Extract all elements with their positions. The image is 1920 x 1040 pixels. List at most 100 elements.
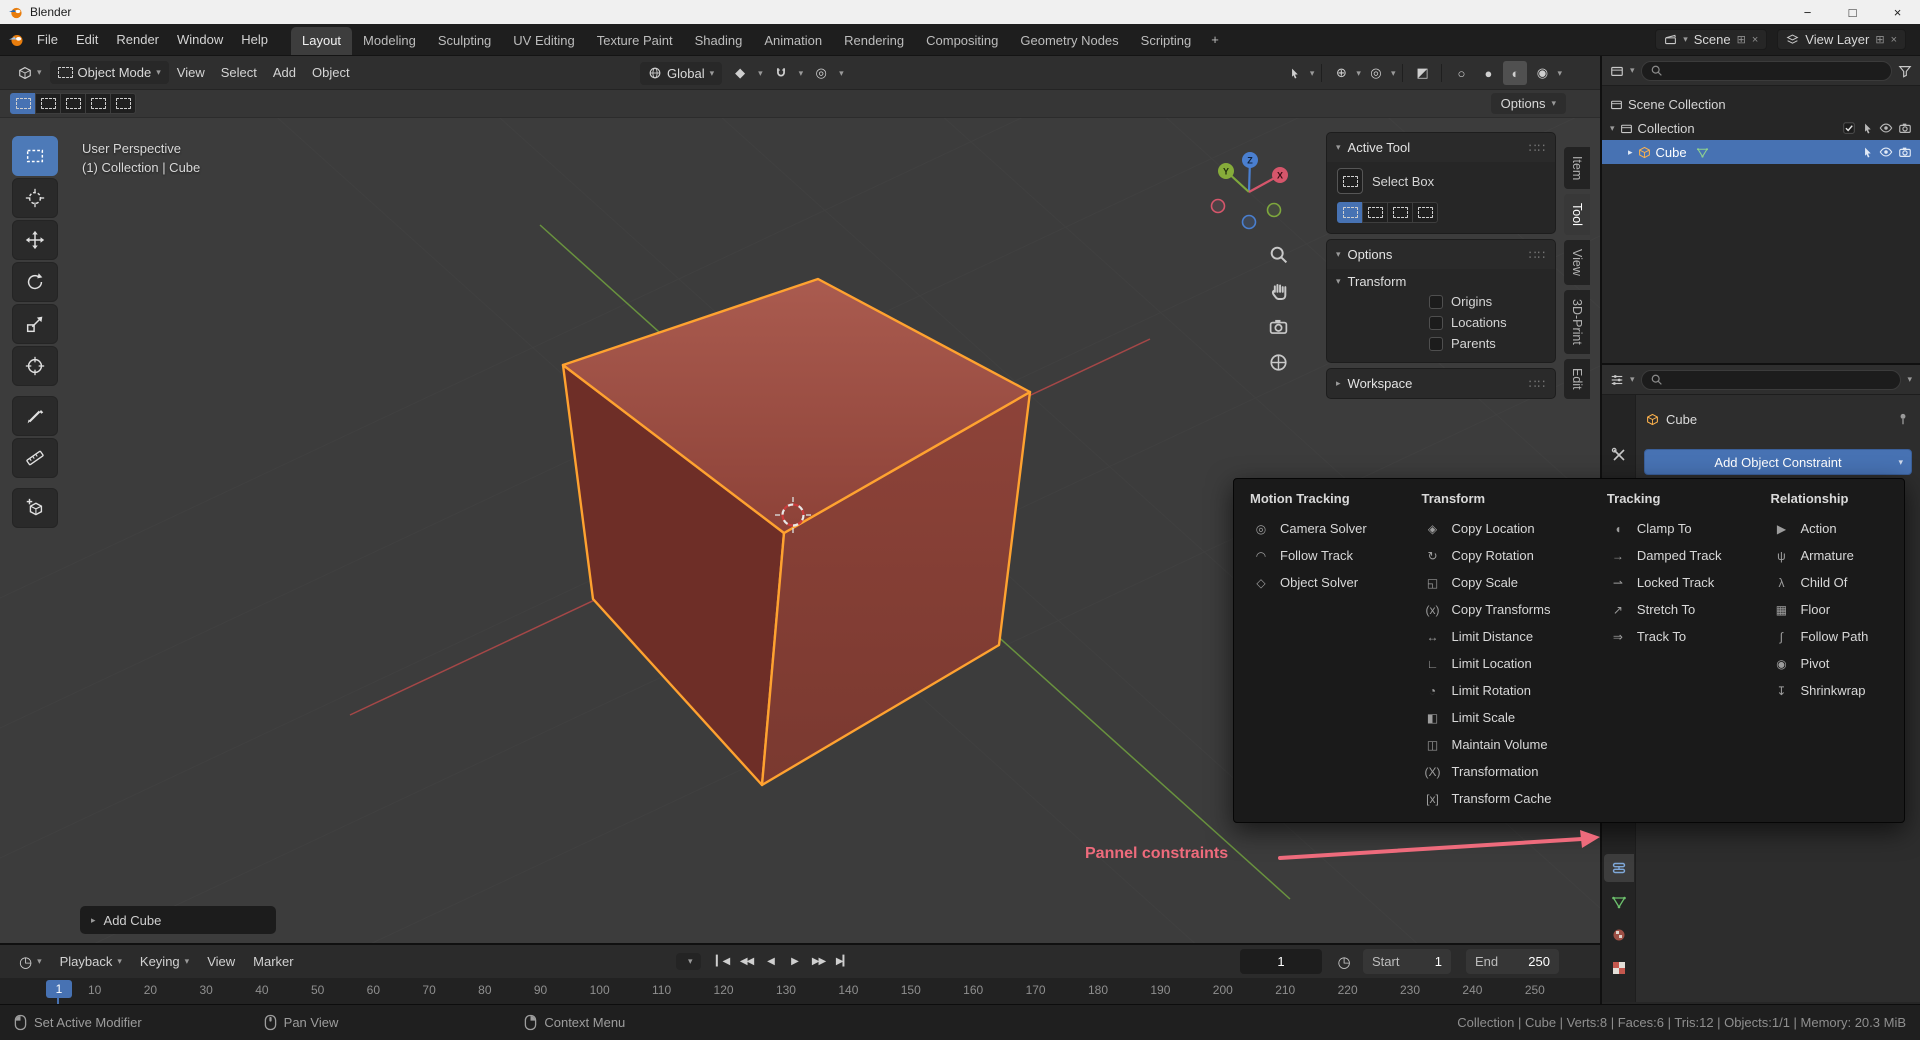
tool-select-box[interactable] bbox=[12, 136, 58, 176]
workspace-header[interactable]: ▸ Workspace ∷∷ bbox=[1327, 369, 1555, 398]
tool-scale[interactable] bbox=[12, 304, 58, 344]
frame-start-field[interactable]: Start 1 bbox=[1363, 949, 1451, 974]
constraint-menu-item[interactable]: (x) Copy Transforms bbox=[1415, 596, 1584, 623]
tool-add-cube[interactable] bbox=[12, 488, 58, 528]
select-mode-intersect-button[interactable] bbox=[110, 93, 136, 114]
workspace-tab[interactable]: Geometry Nodes bbox=[1009, 27, 1129, 55]
constraint-menu-item[interactable]: → Damped Track bbox=[1601, 542, 1749, 569]
timeline-menu[interactable]: Marker bbox=[244, 954, 302, 969]
constraint-menu-item[interactable]: ◠ Follow Track bbox=[1244, 542, 1399, 569]
current-frame-field[interactable]: 1 bbox=[1240, 949, 1322, 974]
constraint-menu-item[interactable]: ◫ Maintain Volume bbox=[1415, 731, 1584, 758]
selectable-icon[interactable] bbox=[1861, 122, 1874, 135]
camera-view-icon[interactable] bbox=[1268, 316, 1289, 337]
gizmo-neg-z-ball[interactable] bbox=[1241, 214, 1257, 230]
tool-rotate[interactable] bbox=[12, 262, 58, 302]
workspace-tab[interactable]: Texture Paint bbox=[586, 27, 684, 55]
shading-rendered-button[interactable]: ◉ bbox=[1530, 61, 1554, 85]
active-tool-header[interactable]: ▾ Active Tool ∷∷ bbox=[1327, 133, 1555, 162]
workspace-tab[interactable]: Layout bbox=[291, 27, 353, 55]
n-panel-tab[interactable]: Edit bbox=[1564, 358, 1590, 399]
use-preview-range-icon[interactable]: ◷ bbox=[1332, 949, 1356, 974]
constraint-menu-item[interactable]: ▦ Floor bbox=[1764, 596, 1894, 623]
viewport-menu[interactable]: View bbox=[169, 65, 213, 80]
tab-tool-properties[interactable] bbox=[1604, 441, 1634, 469]
view-layer-selector[interactable]: View Layer ⊞ × bbox=[1777, 29, 1906, 50]
hide-eye-icon[interactable] bbox=[1879, 145, 1893, 159]
workspace-tab[interactable]: Scripting bbox=[1130, 27, 1203, 55]
viewport-menu[interactable]: Select bbox=[213, 65, 265, 80]
menubar-menu[interactable]: Render bbox=[107, 32, 168, 47]
constraint-menu-item[interactable]: ↻ Copy Rotation bbox=[1415, 542, 1584, 569]
menubar-menu[interactable]: File bbox=[28, 32, 67, 47]
transport-button[interactable]: ▎◀ bbox=[711, 949, 735, 973]
viewport-menu[interactable]: Add bbox=[265, 65, 304, 80]
tab-texture-properties[interactable] bbox=[1604, 954, 1634, 982]
menubar-menu[interactable]: Window bbox=[168, 32, 232, 47]
timeline-menu[interactable]: Keying ▾ bbox=[131, 954, 198, 969]
minimize-button[interactable]: − bbox=[1785, 0, 1830, 24]
workspace-tab[interactable]: UV Editing bbox=[502, 27, 585, 55]
tool-move[interactable] bbox=[12, 220, 58, 260]
tool-transform[interactable] bbox=[12, 346, 58, 386]
constraint-menu-item[interactable]: ◎ Camera Solver bbox=[1244, 515, 1399, 542]
scene-selector[interactable]: ▾ Scene ⊞ × bbox=[1655, 29, 1768, 50]
grip-icon[interactable]: ∷∷ bbox=[1529, 377, 1546, 391]
viewport-menu[interactable]: Object bbox=[304, 65, 358, 80]
constraint-menu-item[interactable]: ◔ Limit Rotation bbox=[1415, 677, 1584, 704]
pan-hand-icon[interactable] bbox=[1268, 280, 1289, 301]
pin-icon[interactable] bbox=[1896, 412, 1910, 426]
cube-object[interactable] bbox=[561, 277, 1032, 787]
mode-selector[interactable]: Object Mode ▾ bbox=[49, 61, 169, 84]
operator-redo-panel[interactable]: ▸ Add Cube bbox=[80, 906, 276, 934]
constraint-menu-item[interactable]: λ Child Of bbox=[1764, 569, 1894, 596]
n-panel-tab[interactable]: View bbox=[1564, 240, 1590, 286]
timeline-editor-type-button[interactable]: ◷ ▾ bbox=[10, 953, 51, 971]
shading-solid-button[interactable]: ● bbox=[1476, 61, 1500, 85]
tool-mode-intersect-button[interactable] bbox=[1412, 202, 1438, 223]
tool-cursor[interactable] bbox=[12, 178, 58, 218]
tab-constraint-properties[interactable] bbox=[1604, 854, 1634, 882]
filter-icon[interactable] bbox=[1898, 64, 1912, 78]
workspace-tab[interactable]: Sculpting bbox=[427, 27, 502, 55]
checkbox[interactable] bbox=[1429, 294, 1443, 309]
select-mode-extend-button[interactable] bbox=[35, 93, 61, 114]
properties-search-input[interactable] bbox=[1640, 369, 1902, 390]
n-panel-tab[interactable]: Tool bbox=[1564, 194, 1590, 236]
tool-measure[interactable] bbox=[12, 438, 58, 478]
grip-icon[interactable]: ∷∷ bbox=[1529, 141, 1546, 155]
menubar-menu[interactable]: Edit bbox=[67, 32, 107, 47]
navigation-gizmo[interactable]: Z Y X bbox=[1205, 144, 1297, 236]
selectable-icon[interactable] bbox=[1861, 146, 1874, 159]
transport-button[interactable]: ▶▶ bbox=[807, 949, 831, 973]
tab-object-data-properties[interactable] bbox=[1604, 888, 1634, 916]
pivot-point-button[interactable]: ◆ bbox=[728, 61, 752, 85]
timeline-menu[interactable]: View bbox=[198, 954, 244, 969]
outliner-row-cube[interactable]: ▸ Cube bbox=[1602, 140, 1920, 164]
breadcrumb-object[interactable]: Cube bbox=[1666, 412, 1697, 427]
outliner-editor-icon[interactable] bbox=[1610, 64, 1624, 78]
tool-annotate[interactable] bbox=[12, 396, 58, 436]
workspace-tab[interactable]: Animation bbox=[753, 27, 833, 55]
transport-button[interactable]: ▶ bbox=[783, 949, 807, 973]
menubar-menu[interactable]: Help bbox=[232, 32, 277, 47]
n-panel-tab[interactable]: Item bbox=[1564, 147, 1590, 190]
constraint-menu-item[interactable]: ∫ Follow Path bbox=[1764, 623, 1894, 650]
grip-icon[interactable]: ∷∷ bbox=[1529, 248, 1546, 262]
options-header[interactable]: ▾ Options ∷∷ bbox=[1327, 240, 1555, 269]
workspace-tab[interactable]: Shading bbox=[684, 27, 754, 55]
workspace-tab[interactable]: Compositing bbox=[915, 27, 1009, 55]
frame-end-field[interactable]: End 250 bbox=[1466, 949, 1559, 974]
outliner-search-input[interactable] bbox=[1640, 60, 1892, 81]
xray-toggle-button[interactable]: ◩ bbox=[1410, 61, 1434, 85]
add-workspace-button[interactable]: + bbox=[1202, 28, 1228, 51]
close-button[interactable]: × bbox=[1875, 0, 1920, 24]
orthographic-toggle-icon[interactable] bbox=[1268, 352, 1289, 373]
properties-editor-icon[interactable] bbox=[1610, 373, 1624, 387]
workspace-tab[interactable]: Modeling bbox=[352, 27, 427, 55]
active-tool-icon-button[interactable] bbox=[1337, 168, 1363, 194]
constraint-menu-item[interactable]: ▶ Action bbox=[1764, 515, 1894, 542]
shading-material-button[interactable]: ◐ bbox=[1503, 61, 1528, 85]
add-object-constraint-button[interactable]: Add Object Constraint ▾ bbox=[1644, 449, 1912, 475]
new-view-layer-icon[interactable]: ⊞ bbox=[1875, 33, 1884, 46]
